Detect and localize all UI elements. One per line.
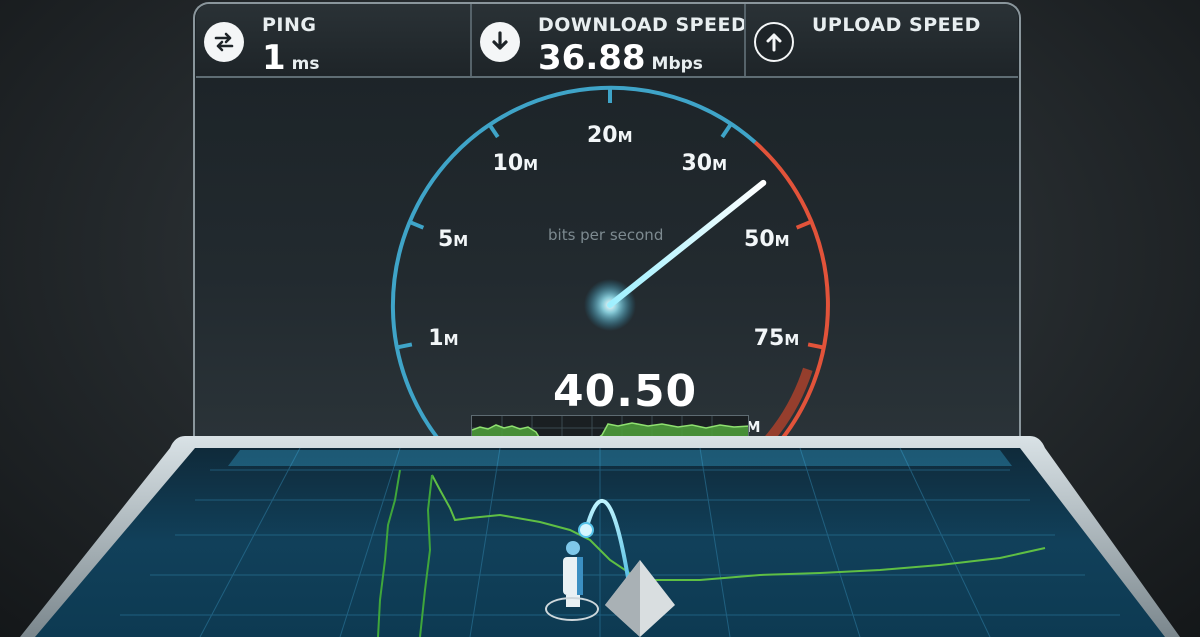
ping-value: 1 ms [262,38,320,78]
gauge-tick-label: 30M [681,151,727,177]
gauge-tick [395,342,413,350]
download-arrow-icon [480,22,520,62]
download-value: 36.88 Mbps [538,38,703,78]
gauge-tick [720,122,733,139]
gauge-tick-label: 20M [587,122,633,148]
speed-readout: 40.50 [553,366,698,417]
gauge-tick-label: 10M [492,151,539,177]
map-base [20,436,1180,637]
gauge-tick [807,342,825,350]
gauge-tick-label: 5M [437,227,469,253]
server-node [578,522,594,538]
gauge-tick-label: 1M [428,325,459,351]
swap-arrows-icon [204,22,244,62]
upload-arrow-icon [754,22,794,62]
gauge-tick [487,122,500,139]
ping-label: PING [262,14,317,36]
gauge-tick-label: 50M [744,227,790,253]
user-location-ring [545,597,599,621]
gauge-tick [795,219,813,230]
download-stat: DOWNLOAD SPEED 36.88 Mbps [470,4,748,78]
gauge-caption: bits per second [548,226,664,244]
download-label: DOWNLOAD SPEED [538,14,748,36]
gauge-tick-label: 75M [753,325,800,351]
ping-stat: PING 1 ms [196,4,470,78]
upload-label: UPLOAD SPEED [812,14,981,36]
upload-stat: UPLOAD SPEED [744,4,1020,76]
gauge-arc-high [753,140,830,440]
gauge-tick [407,219,425,230]
stats-bar: PING 1 ms DOWNLOAD SPEED 36.88 Mbps UPLOAD… [196,4,1018,78]
upload-value [812,38,818,84]
